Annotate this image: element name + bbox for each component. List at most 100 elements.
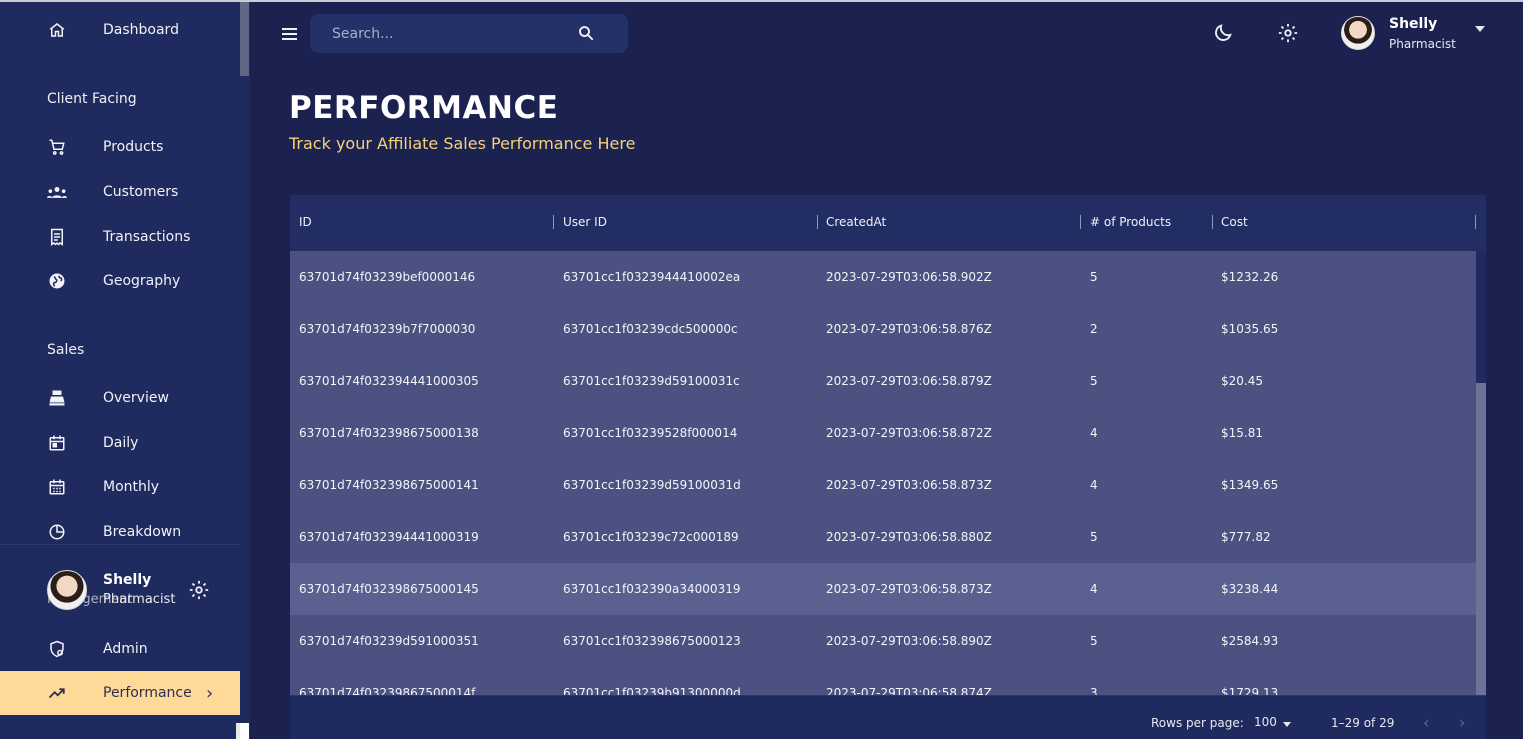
sidebar-item-label: Products [103,139,164,155]
table-row[interactable]: 63701d74f032394441000305 63701cc1f03239d… [290,355,1476,407]
previous-page-button[interactable]: ‹ [1423,713,1429,732]
cell-id: 63701d74f032398675000141 [299,478,479,492]
table-row[interactable]: 63701d74f032398675000145 63701cc1f032390… [290,563,1476,615]
column-separator[interactable] [1212,215,1213,229]
cell-user-id: 63701cc1f03239528f000014 [563,426,738,440]
receipt-icon [47,227,67,247]
sidebar-item-dashboard[interactable]: Dashboard [0,8,240,52]
search-input[interactable] [332,24,562,44]
home-icon [47,20,67,40]
sidebar-scrollbar-track[interactable] [240,2,249,739]
cell-created-at: 2023-07-29T03:06:58.876Z [826,322,992,336]
cell-id: 63701d74f03239bef0000146 [299,270,476,284]
table-row[interactable]: 63701d74f03239b7f7000030 63701cc1f03239c… [290,303,1476,355]
cell-id: 63701d74f03239867500014f [299,686,476,695]
table-row[interactable]: 63701d74f03239bef0000146 63701cc1f032394… [290,251,1476,303]
column-header-id[interactable]: ID [299,215,312,229]
sidebar-user-card: Management Shelly Pharmacist [47,570,237,612]
next-page-button[interactable]: › [1459,713,1465,732]
table-row[interactable]: 63701d74f03239d591000351 63701cc1f032398… [290,615,1476,667]
sidebar-divider [0,544,240,545]
sidebar-item-breakdown[interactable]: Breakdown [0,510,240,554]
sidebar-item-admin[interactable]: Admin [0,627,240,671]
sidebar-item-label: Dashboard [103,22,179,38]
column-separator[interactable] [1475,215,1476,229]
sidebar-item-performance[interactable]: Performance › [0,671,240,715]
table-row[interactable]: 63701d74f032398675000138 63701cc1f032395… [290,407,1476,459]
cell-num-products: 5 [1090,530,1098,544]
cell-user-id: 63701cc1f0323944410002ea [563,270,741,284]
pie-chart-icon [47,522,67,542]
column-separator[interactable] [553,215,554,229]
admin-icon [47,639,67,659]
sidebar-scrollbar-thumb[interactable] [240,2,249,76]
point-of-sale-icon [47,388,67,408]
cell-created-at: 2023-07-29T03:06:58.880Z [826,530,992,544]
sidebar-corner [240,723,249,739]
sidebar-item-customers[interactable]: Customers [0,170,240,214]
avatar [1341,16,1375,50]
column-header-cost[interactable]: Cost [1221,215,1248,229]
cell-user-id: 63701cc1f03239d59100031c [563,374,740,388]
cell-created-at: 2023-07-29T03:06:58.902Z [826,270,992,284]
window-top-border [0,0,1523,2]
gear-icon [1278,23,1298,43]
sidebar-user-name: Shelly [103,572,152,588]
sidebar-item-monthly[interactable]: Monthly [0,465,240,509]
rows-per-page-label: Rows per page: [1151,716,1244,730]
column-separator[interactable] [1080,215,1081,229]
settings-button[interactable] [1277,22,1301,46]
cell-user-id: 63701cc1f032398675000123 [563,634,741,648]
dropdown-caret-icon[interactable] [1283,722,1291,727]
column-header-user-id[interactable]: User ID [563,215,607,229]
column-header-created-at[interactable]: CreatedAt [826,215,886,229]
menu-toggle-button[interactable] [281,22,303,44]
table-row[interactable]: 63701d74f032398675000141 63701cc1f03239d… [290,459,1476,511]
sidebar: Dashboard Client Facing Products Custome… [0,0,250,739]
sidebar-item-label: Performance [103,685,192,701]
cell-cost: $1349.65 [1221,478,1279,492]
sidebar-item-overview[interactable]: Overview [0,376,240,420]
cell-user-id: 63701cc1f03239c72c000189 [563,530,739,544]
gear-icon[interactable] [188,579,210,605]
column-separator[interactable] [817,215,818,229]
table-row[interactable]: 63701d74f032394441000319 63701cc1f03239c… [290,511,1476,563]
dark-mode-toggle-button[interactable] [1212,22,1236,46]
search-icon[interactable] [577,24,597,44]
user-menu-button[interactable]: Shelly Pharmacist [1341,16,1501,54]
cell-cost: $1729.13 [1221,686,1279,695]
cell-id: 63701d74f03239d591000351 [299,634,479,648]
cell-created-at: 2023-07-29T03:06:58.890Z [826,634,992,648]
page-title: PERFORMANCE [289,90,559,126]
sidebar-item-label: Transactions [103,229,191,245]
sidebar-item-transactions[interactable]: Transactions [0,215,240,259]
cell-num-products: 3 [1090,686,1098,695]
cell-user-id: 63701cc1f032390a34000319 [563,582,741,596]
cell-cost: $1035.65 [1221,322,1279,336]
cell-num-products: 5 [1090,374,1098,388]
trending-up-icon [47,683,67,703]
moon-icon [1215,24,1232,41]
cell-num-products: 5 [1090,270,1098,284]
sidebar-item-geography[interactable]: Geography [0,259,240,303]
cell-created-at: 2023-07-29T03:06:58.873Z [826,582,992,596]
table-body: 63701d74f03239bef0000146 63701cc1f032394… [290,251,1476,695]
performance-table: ID User ID CreatedAt # of Products Cost … [290,195,1486,739]
table-header: ID User ID CreatedAt # of Products Cost [290,195,1486,251]
section-title-sales: Sales [47,342,85,358]
dropdown-caret-icon [1475,26,1485,32]
sidebar-item-label: Overview [103,390,169,406]
topbar-user-name: Shelly [1389,16,1438,32]
topbar-user-role: Pharmacist [1389,37,1456,51]
globe-icon [47,271,67,291]
groups-icon [47,182,67,202]
cell-id: 63701d74f032398675000138 [299,426,479,440]
rows-per-page-select[interactable]: 100 [1254,715,1277,729]
table-row[interactable]: 63701d74f03239867500014f 63701cc1f03239b… [290,667,1476,695]
sidebar-item-daily[interactable]: Daily [0,421,240,465]
table-scrollbar-thumb[interactable] [1476,383,1486,695]
cell-user-id: 63701cc1f03239cdc500000c [563,322,738,336]
cell-user-id: 63701cc1f03239d59100031d [563,478,741,492]
column-header-num-products[interactable]: # of Products [1090,215,1171,229]
sidebar-item-products[interactable]: Products [0,125,240,169]
